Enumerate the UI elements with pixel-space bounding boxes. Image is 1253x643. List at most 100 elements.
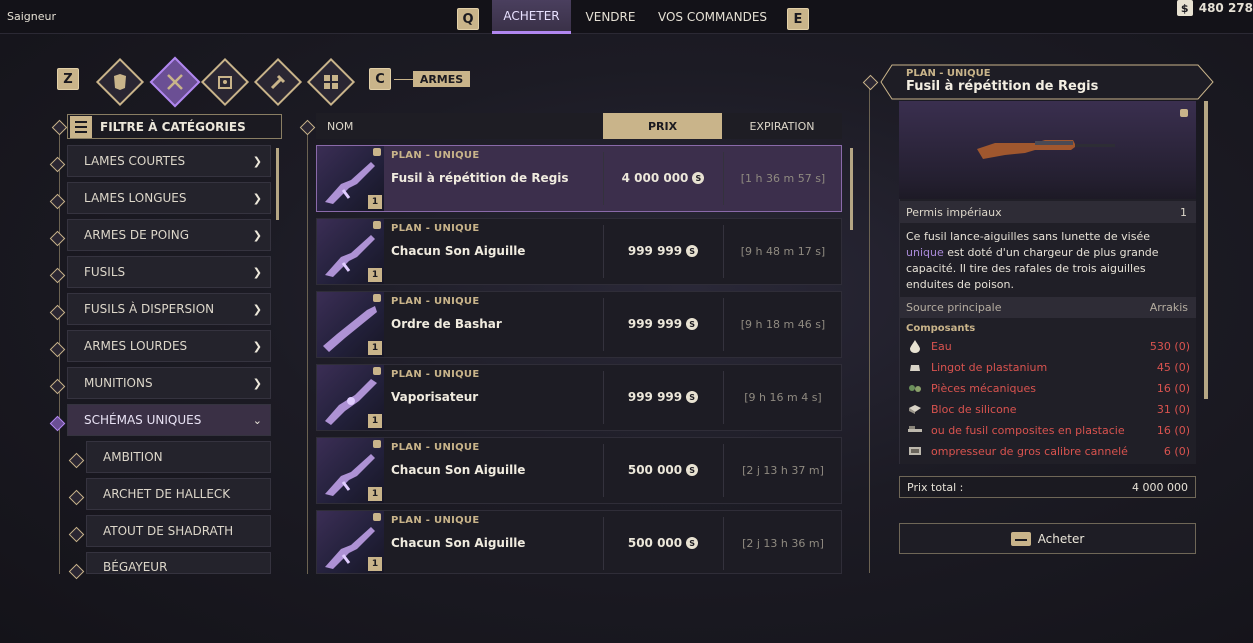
detail-scrollbar[interactable] bbox=[1204, 101, 1208, 399]
component-row: Lingot de plastanium 45 (0) bbox=[906, 358, 1190, 376]
item-price: 999 999 S bbox=[603, 317, 723, 331]
component-qty: 16 (0) bbox=[1156, 381, 1190, 395]
bookmark-icon[interactable] bbox=[1180, 109, 1188, 117]
filter-rail-diamond bbox=[51, 119, 68, 136]
filter-cat-lames-longues[interactable]: LAMES LONGUES ❯ bbox=[67, 182, 271, 214]
next-category-key[interactable]: C bbox=[369, 68, 391, 90]
permit-row: Permis impériaux 1 bbox=[899, 201, 1196, 223]
item-expiration: [2 j 13 h 36 m] bbox=[742, 537, 824, 550]
component-name: Pièces mécaniques bbox=[931, 381, 1037, 395]
filter-cat-armes-lourdes[interactable]: ARMES LOURDES ❯ bbox=[67, 330, 271, 362]
category-diamond bbox=[49, 230, 66, 247]
buy-label: Acheter bbox=[1037, 531, 1085, 546]
currency-amount: 480 278 bbox=[1198, 1, 1253, 15]
armor-icon bbox=[114, 74, 126, 90]
filter-sub-atout-de-shadrath[interactable]: ATOUT DE SHADRATH bbox=[86, 515, 271, 547]
category-utility[interactable] bbox=[200, 57, 250, 107]
listing-row[interactable]: 1 PLAN - UNIQUE Vaporisateur 999 999 S [9… bbox=[316, 364, 842, 431]
filter-cat-lames-courtes[interactable]: LAMES COURTES ❯ bbox=[67, 145, 271, 177]
filter-cat-fusils[interactable]: FUSILS ❯ bbox=[67, 256, 271, 288]
component-qty: 45 (0) bbox=[1156, 360, 1190, 374]
rifle-part-icon bbox=[906, 423, 924, 437]
detail-rail-diamond bbox=[862, 74, 879, 91]
listing-row[interactable]: 1 PLAN - UNIQUE Chacun Son Aiguille 500 … bbox=[316, 437, 842, 504]
detail-item-image bbox=[899, 101, 1196, 199]
item-expiration: [1 h 36 m 57 s] bbox=[740, 172, 826, 185]
solari-coin-icon: S bbox=[686, 245, 699, 257]
filter-header: FILTRE À CATÉGORIES bbox=[67, 114, 282, 139]
category-tools[interactable] bbox=[253, 57, 303, 107]
filter-cat-label: LAMES LONGUES bbox=[84, 191, 187, 205]
total-value: 4 000 000 bbox=[1132, 480, 1188, 494]
category-weapons[interactable] bbox=[149, 56, 201, 108]
tab-vendre[interactable]: VENDRE bbox=[577, 0, 644, 34]
component-qty: 6 (0) bbox=[1163, 444, 1190, 458]
category-diamond-active bbox=[49, 415, 66, 432]
item-kind: PLAN - UNIQUE bbox=[391, 223, 480, 234]
filter-cat-label: MUNITIONS bbox=[84, 376, 153, 390]
chevron-right-icon: ❯ bbox=[252, 191, 262, 205]
filter-cat-fusils-a-dispersion[interactable]: FUSILS À DISPERSION ❯ bbox=[67, 293, 271, 325]
filter-cat-armes-de-poing[interactable]: ARMES DE POING ❯ bbox=[67, 219, 271, 251]
item-description: Ce fusil lance-aiguilles sans lunette de… bbox=[906, 229, 1190, 293]
item-kind: PLAN - UNIQUE bbox=[391, 515, 480, 526]
bookmark-icon bbox=[373, 294, 381, 302]
listing-row[interactable]: 1 PLAN - UNIQUE Chacun Son Aiguille 500 … bbox=[316, 510, 842, 574]
chevron-down-icon: ⌄ bbox=[252, 413, 262, 427]
bookmark-icon bbox=[373, 367, 381, 375]
column-header-name[interactable]: NOM bbox=[316, 113, 603, 139]
filter-sub-archet-de-halleck[interactable]: ARCHET DE HALLECK bbox=[86, 478, 271, 510]
listing-row[interactable]: 1 PLAN - UNIQUE Chacun Son Aiguille 999 … bbox=[316, 218, 842, 285]
category-connector bbox=[394, 79, 413, 80]
filter-title: FILTRE À CATÉGORIES bbox=[100, 119, 246, 134]
solari-coin-icon: S bbox=[686, 537, 699, 549]
item-expiration: [9 h 48 m 17 s] bbox=[740, 245, 826, 258]
category-components[interactable] bbox=[306, 57, 356, 107]
component-name: ompresseur de gros calibre cannelé bbox=[931, 444, 1128, 458]
source-row: Source principale Arrakis bbox=[899, 297, 1196, 318]
price-value: 999 999 bbox=[627, 244, 683, 258]
filter-cat-schemas-uniques[interactable]: SCHÉMAS UNIQUES ⌄ bbox=[67, 404, 271, 436]
price-value: 999 999 bbox=[627, 317, 683, 331]
buy-button[interactable]: Acheter bbox=[899, 523, 1196, 554]
menu-icon[interactable] bbox=[70, 115, 92, 138]
permit-label: Permis impériaux bbox=[906, 205, 1002, 219]
total-price-box: Prix total : 4 000 000 bbox=[899, 476, 1196, 498]
item-price: 500 000 S bbox=[603, 536, 723, 550]
chevron-right-icon: ❯ bbox=[252, 339, 262, 353]
item-thumbnail: 1 bbox=[317, 511, 384, 573]
listing-scrollbar[interactable] bbox=[850, 148, 853, 230]
rifle-render-icon bbox=[977, 140, 1115, 159]
listing-row[interactable]: 1 PLAN - UNIQUE Ordre de Bashar 999 999 S… bbox=[316, 291, 842, 358]
chevron-right-icon: ❯ bbox=[252, 154, 262, 168]
component-row: ou de fusil composites en plastacie 16 (… bbox=[906, 421, 1190, 439]
solari-coin-icon: S bbox=[692, 172, 705, 184]
tab-acheter[interactable]: ACHETER bbox=[492, 0, 571, 34]
tab-vos-commandes[interactable]: VOS COMMANDES bbox=[650, 0, 775, 34]
price-value: 500 000 bbox=[627, 536, 683, 550]
total-label: Prix total : bbox=[907, 480, 964, 494]
item-name: Vaporisateur bbox=[391, 390, 479, 404]
filter-sub-ambition[interactable]: AMBITION bbox=[86, 441, 271, 473]
component-name: Eau bbox=[931, 339, 952, 353]
next-tab-key[interactable]: E bbox=[787, 8, 809, 30]
tier-badge: 1 bbox=[368, 195, 382, 209]
item-expiration: [9 h 16 m 4 s] bbox=[744, 391, 822, 404]
category-armor[interactable] bbox=[95, 57, 145, 107]
filter-cat-munitions[interactable]: MUNITIONS ❯ bbox=[67, 367, 271, 399]
filter-scrollbar[interactable] bbox=[276, 148, 279, 220]
column-header-price[interactable]: PRIX bbox=[603, 113, 722, 139]
filter-cat-label: ARMES DE POING bbox=[84, 228, 190, 242]
component-name: Lingot de plastanium bbox=[931, 360, 1048, 374]
filter-sub-begayeur[interactable]: BÉGAYEUR bbox=[86, 552, 271, 574]
solari-coin-icon: S bbox=[686, 318, 699, 330]
tier-badge: 1 bbox=[368, 268, 382, 282]
source-value: Arrakis bbox=[1149, 301, 1188, 314]
listing-row[interactable]: 1 PLAN - UNIQUE Fusil à répétition de Re… bbox=[316, 145, 842, 212]
subcategory-diamond bbox=[68, 563, 85, 580]
prev-category-key[interactable]: Z bbox=[57, 68, 79, 90]
source-label: Source principale bbox=[906, 301, 1002, 314]
chevron-right-icon: ❯ bbox=[252, 228, 262, 242]
column-header-expiration[interactable]: EXPIRATION bbox=[722, 113, 842, 139]
prev-tab-key[interactable]: Q bbox=[457, 8, 479, 30]
